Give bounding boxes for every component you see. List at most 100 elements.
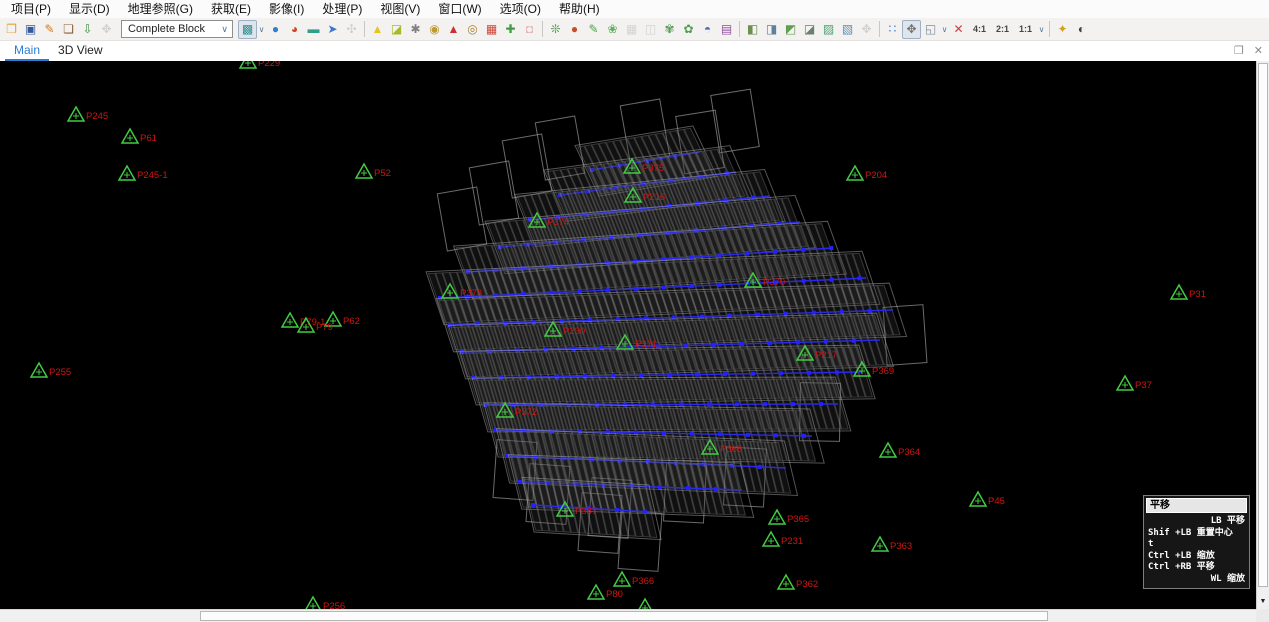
image-center-dot	[773, 250, 777, 254]
pattern-select-icon[interactable]: ▩	[238, 20, 257, 39]
close-window-icon[interactable]: ✕	[1254, 44, 1263, 57]
vertical-scrollbar[interactable]: ▼	[1256, 61, 1269, 609]
control-point-p245[interactable]: P245	[68, 107, 108, 122]
sphere-blue-icon[interactable]: ●	[266, 20, 285, 39]
combobox-caret-icon[interactable]: ∨	[221, 24, 228, 35]
import-file-icon[interactable]: ⇩	[78, 20, 97, 39]
leaf-green-icon[interactable]: ✾	[660, 20, 679, 39]
refresh-icon[interactable]: ✥	[97, 20, 116, 39]
pan-hand-icon[interactable]: ✥	[902, 20, 921, 39]
grid-red-icon[interactable]: ▦	[482, 20, 501, 39]
control-point-p362[interactable]: P362	[778, 575, 818, 590]
menu-item-5[interactable]: 影像(I)	[260, 0, 313, 19]
figure-green-icon[interactable]: ✿	[679, 20, 698, 39]
control-point-p80[interactable]: P80	[588, 585, 623, 600]
control-point-p37[interactable]: P37	[1117, 376, 1152, 391]
menu-item-4[interactable]: 获取(E)	[202, 0, 260, 19]
fan-green-icon[interactable]: ❀	[603, 20, 622, 39]
contrast-icon[interactable]: ◐	[1072, 20, 1091, 39]
control-point-p61[interactable]: P61	[122, 129, 157, 144]
control-point-p45[interactable]: P45	[970, 492, 1005, 507]
control-point-p229[interactable]: P229	[240, 61, 280, 69]
tab-main[interactable]: Main	[5, 41, 49, 61]
link-icon[interactable]: ✣	[342, 20, 361, 39]
control-point-p204[interactable]: P204	[847, 166, 887, 181]
save-icon[interactable]: ▣	[21, 20, 40, 39]
image-edit-icon[interactable]: ◪	[387, 20, 406, 39]
zoom-region-icon-caret-icon[interactable]: ∨	[940, 25, 949, 34]
pick-tool-icon[interactable]: ➤	[323, 20, 342, 39]
edit-icon[interactable]: ✎	[40, 20, 59, 39]
smooth-green-icon[interactable]: ❊	[546, 20, 565, 39]
image-tool-5-icon[interactable]: ▨	[819, 20, 838, 39]
camera-exif-icon[interactable]: ◘	[520, 20, 539, 39]
menu-item-9[interactable]: 选项(O)	[491, 0, 550, 19]
control-point-p31[interactable]: P31	[1171, 285, 1206, 300]
control-point-p255[interactable]: P255	[31, 363, 71, 378]
control-point-p364[interactable]: P364	[880, 443, 920, 458]
binoculars-icon[interactable]: ◎	[463, 20, 482, 39]
control-point-p231[interactable]: P231	[763, 532, 803, 547]
horizontal-scrollbar[interactable]	[0, 609, 1256, 622]
image-tool-1-icon[interactable]: ◧	[743, 20, 762, 39]
table-icon[interactable]: ▦	[622, 20, 641, 39]
scroll-down-arrow-icon[interactable]: ▼	[1257, 596, 1269, 608]
open-project-icon[interactable]: ❒	[2, 20, 21, 39]
tab-3d-view[interactable]: 3D View	[49, 41, 111, 61]
sphere-red-icon[interactable]: ◕	[285, 20, 304, 39]
image-tool-2-icon[interactable]: ◨	[762, 20, 781, 39]
horizontal-scrollbar-thumb[interactable]	[200, 611, 1048, 621]
menu-item-8[interactable]: 窗口(W)	[429, 0, 490, 19]
zoom-region-icon[interactable]: ◱	[921, 20, 940, 39]
dome-blue-icon[interactable]: ◓	[698, 20, 717, 39]
menu-item-1[interactable]: 项目(P)	[2, 0, 60, 19]
ball-red-icon[interactable]: ●	[565, 20, 584, 39]
toolbar-separator	[739, 21, 740, 37]
restore-window-icon[interactable]: ❐	[1234, 44, 1244, 57]
control-point[interactable]	[637, 599, 653, 609]
add-images-icon[interactable]: ❏	[59, 20, 78, 39]
pan-help-row: t	[1144, 539, 1249, 551]
image-display-icon[interactable]: ▬	[304, 20, 323, 39]
control-point-p52[interactable]: P52	[356, 164, 391, 179]
menu-item-2[interactable]: 显示(D)	[60, 0, 119, 19]
control-point-label: P79	[316, 322, 333, 333]
measure-green-icon[interactable]: ✎	[584, 20, 603, 39]
zoom-ratio-1-1[interactable]: 1:1	[1014, 24, 1037, 34]
control-point-p366[interactable]: P366	[614, 572, 654, 587]
pattern-select-icon-caret-icon[interactable]: ∨	[257, 25, 266, 34]
control-point-p365[interactable]: P365	[769, 510, 809, 525]
zoom-ratio-1-1-caret-icon[interactable]: ∨	[1037, 25, 1046, 34]
main-toolbar: ❒▣✎❏⇩✥Complete Block∨▩∨●◕▬➤✣▲◪✱◉▲◎▦✚◘❊●✎…	[0, 18, 1269, 41]
album-purple-icon[interactable]: ▤	[717, 20, 736, 39]
flask-icon[interactable]: ▲	[444, 20, 463, 39]
menu-item-6[interactable]: 处理(P)	[313, 0, 371, 19]
zoom-ratio-2-1[interactable]: 2:1	[991, 24, 1014, 34]
fit-all-icon[interactable]: ✕	[949, 20, 968, 39]
pan-help-row: Ctrl +LB 缩放	[1144, 551, 1249, 563]
vertical-scrollbar-thumb[interactable]	[1258, 63, 1268, 587]
zoom-ratio-4-1[interactable]: 4:1	[968, 24, 991, 34]
block-selector-combobox[interactable]: Complete Block∨	[121, 20, 233, 38]
control-point-p245-1[interactable]: P245-1	[119, 166, 168, 181]
gps-point-icon[interactable]: ✚	[501, 20, 520, 39]
box-3d-icon[interactable]: ◫	[641, 20, 660, 39]
map-canvas[interactable]: P229P245P61P245-1P52P375P204P216P374P370…	[0, 61, 1256, 609]
warning-triangle-icon[interactable]: ▲	[368, 20, 387, 39]
control-point-p256[interactable]: P256	[305, 597, 345, 609]
image-tool-6-icon[interactable]: ▧	[838, 20, 857, 39]
hand-tool-icon[interactable]: ✥	[857, 20, 876, 39]
camera-adjust-icon[interactable]: ◉	[425, 20, 444, 39]
menu-item-7[interactable]: 视图(V)	[371, 0, 429, 19]
control-point-p363[interactable]: P363	[872, 537, 912, 552]
control-point-label: P216	[643, 192, 665, 203]
control-point-label: P366	[632, 576, 654, 587]
control-point-label: P256	[323, 601, 345, 609]
tile-view-icon[interactable]: ∷	[883, 20, 902, 39]
image-tool-3-icon[interactable]: ◩	[781, 20, 800, 39]
gears-icon[interactable]: ✱	[406, 20, 425, 39]
key-light-icon[interactable]: ✦	[1053, 20, 1072, 39]
menu-item-3[interactable]: 地理参照(G)	[119, 0, 202, 19]
menu-item-10[interactable]: 帮助(H)	[550, 0, 609, 19]
image-tool-4-icon[interactable]: ◪	[800, 20, 819, 39]
